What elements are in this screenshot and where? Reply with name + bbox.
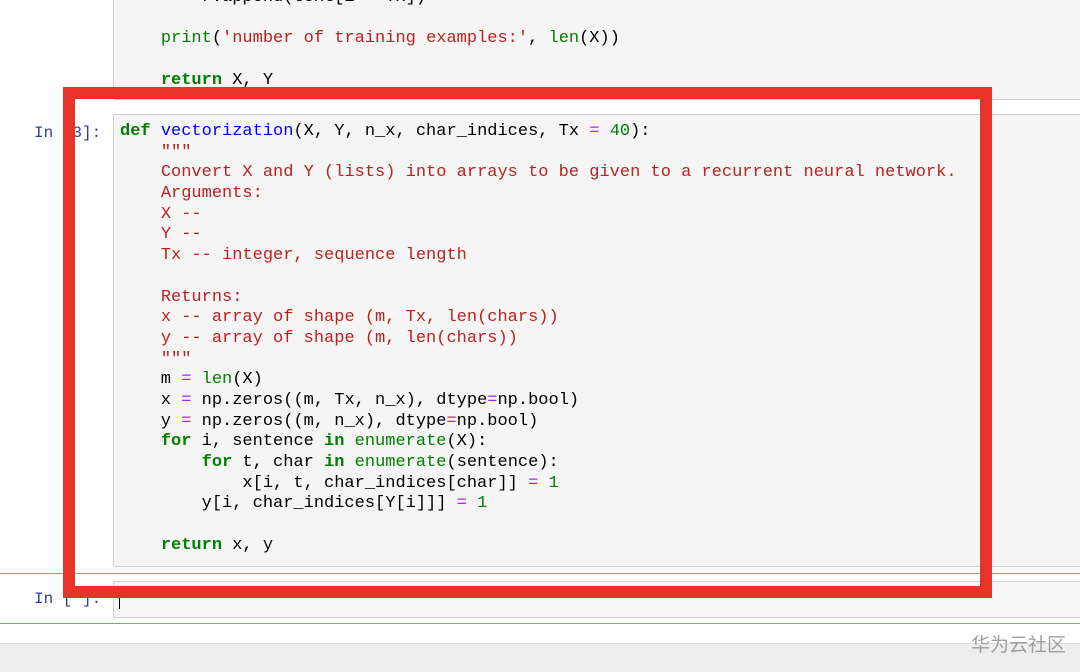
code-line: r.append(text[i + Tx]) [120, 0, 620, 9]
footer-bar [0, 643, 1080, 672]
code-token: r.append(text[i [120, 0, 365, 7]
code-token: , [528, 29, 549, 49]
code-token: (X)) [579, 29, 620, 49]
code-token: ( [211, 29, 223, 49]
highlight-box [63, 87, 992, 598]
cell-selection-line [0, 623, 1080, 624]
code-token: 'number of training examples:' [222, 29, 529, 49]
code-token: Tx]) [375, 0, 426, 7]
cell-code-previous[interactable]: r.append(text[i + Tx]) print('number of … [120, 0, 620, 91]
watermark: 华为云社区 [970, 634, 1066, 656]
code-token: + [365, 0, 375, 7]
code-line: print('number of training examples:', le… [120, 29, 620, 50]
code-token: print [160, 29, 212, 49]
code-token: len [548, 29, 580, 49]
